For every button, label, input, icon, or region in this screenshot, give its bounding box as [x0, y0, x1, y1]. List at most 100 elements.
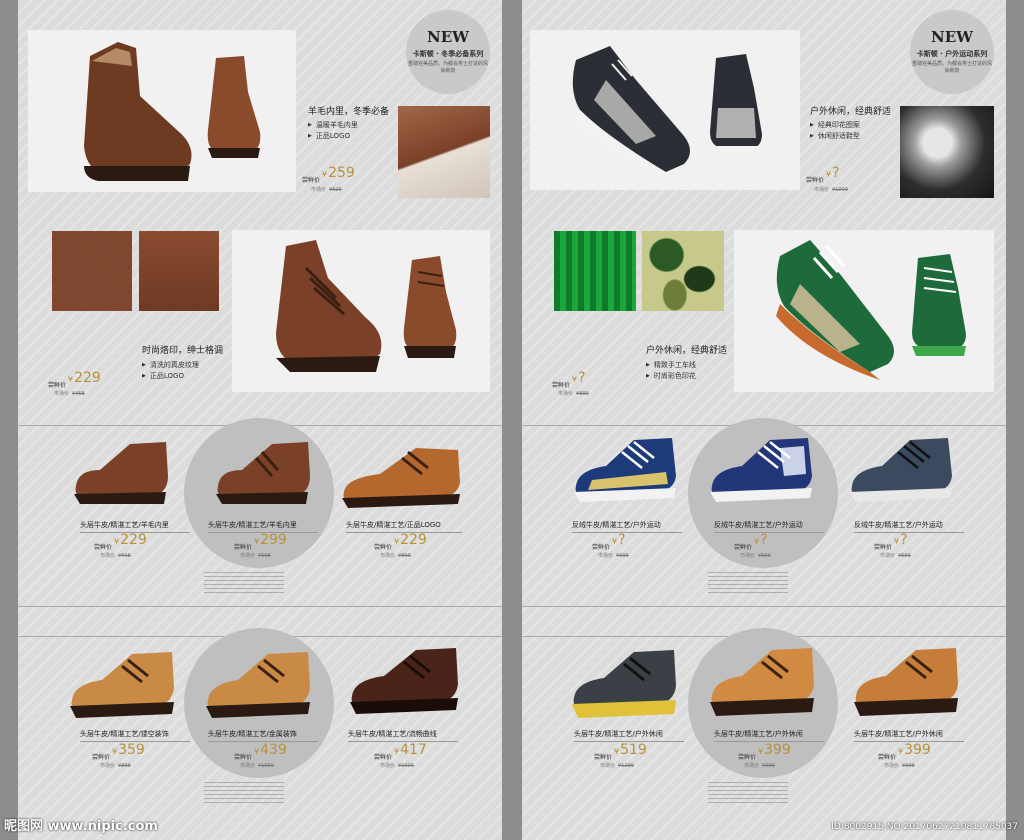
- price-label: 尝鲜价: [234, 754, 253, 761]
- price-label: 尝鲜价: [806, 177, 825, 184]
- market-price: 市场价 ¥1299: [600, 763, 634, 769]
- boot-side-image: [207, 56, 261, 158]
- print-detail-image[interactable]: [900, 106, 994, 198]
- product-name: 反绒牛皮/精湛工艺/户外运动: [572, 521, 661, 529]
- product-image[interactable]: [212, 436, 314, 512]
- hero2-feature: 清洗的真皮纹理: [142, 360, 199, 370]
- price-value: ?: [826, 165, 839, 181]
- series-label: 卡斯顿 · 冬季必备系列: [412, 50, 484, 58]
- price-value: ?: [572, 370, 585, 386]
- price-value: 259: [322, 165, 355, 181]
- market-price: 市场价 ¥458: [54, 391, 85, 397]
- price-label: 尝鲜价: [234, 544, 253, 551]
- series-desc: 重磅完美品质，为都会男士打造的风尚新款: [911, 61, 992, 74]
- hero1-image[interactable]: [530, 30, 800, 190]
- price-label: 尝鲜价: [302, 177, 321, 184]
- sneaker-side-image: [710, 54, 762, 156]
- market-price: 市场价 ¥526: [311, 187, 342, 193]
- logo-detail-image[interactable]: [139, 231, 219, 311]
- new-badge: NEW 卡斯顿 · 户外运动系列 重磅完美品质，为都会男士打造的风尚新款: [910, 10, 994, 94]
- product-image[interactable]: [570, 642, 682, 726]
- price-value: 417: [394, 742, 427, 758]
- product-image[interactable]: [68, 644, 180, 724]
- product-image[interactable]: [848, 432, 960, 516]
- leather-texture-image[interactable]: [52, 231, 132, 311]
- new-label: NEW: [427, 28, 469, 46]
- decorative-text-block: [204, 572, 284, 594]
- market-price: 市场价 ¥899: [380, 553, 411, 559]
- price-label: 尝鲜价: [878, 754, 897, 761]
- series-desc: 重磅完美品质，为都会男士打造的风尚新款: [407, 61, 488, 74]
- price-value: 439: [254, 742, 287, 758]
- page-root: NEW 卡斯顿 · 冬季必备系列 重磅完美品质，为都会男士打造的风尚新款 羊毛内…: [0, 0, 1024, 840]
- price-label: 尝鲜价: [94, 544, 113, 551]
- price-value: ?: [894, 532, 907, 548]
- hero2-title: 时尚烙印，绅士格调: [142, 346, 224, 356]
- product-image[interactable]: [70, 436, 172, 512]
- hero2-image[interactable]: [734, 230, 994, 392]
- name-underline: [854, 532, 964, 533]
- product-image[interactable]: [340, 438, 464, 514]
- hero2-image[interactable]: [232, 230, 490, 392]
- product-name: 反绒牛皮/精湛工艺/户外运动: [714, 521, 803, 529]
- market-price: 市场价 ¥598: [240, 553, 271, 559]
- market-price: 市场价 ¥899: [100, 763, 131, 769]
- price-label: 尝鲜价: [734, 544, 753, 551]
- site-watermark: 昵图网 www.nipic.com: [4, 819, 158, 834]
- right-product-panel: NEW 卡斯顿 · 户外运动系列 重磅完美品质，为都会男士打造的风尚新款 户外休…: [522, 0, 1006, 840]
- price-value: 229: [68, 370, 101, 386]
- camo-texture-image[interactable]: [642, 231, 724, 311]
- hero1-image[interactable]: [28, 30, 296, 192]
- price-label: 尝鲜价: [592, 544, 611, 551]
- boot-image: [84, 42, 192, 181]
- green-texture-image[interactable]: [554, 231, 636, 311]
- hero2-feature: 时尚彩色印花: [646, 371, 696, 381]
- product-name: 反绒牛皮/精湛工艺/户外运动: [854, 521, 943, 529]
- image-id-watermark: ID:8002915 NO:20170627210811785037: [831, 822, 1018, 832]
- price-label: 尝鲜价: [374, 544, 393, 551]
- new-label: NEW: [931, 28, 973, 46]
- price-label: 尝鲜价: [552, 382, 571, 389]
- decorative-text-block: [708, 782, 788, 804]
- product-image[interactable]: [204, 644, 316, 724]
- price-value: 299: [254, 532, 287, 548]
- wool-detail-image[interactable]: [398, 106, 490, 198]
- price-value: 399: [898, 742, 931, 758]
- product-name: 头层牛皮/精湛工艺/羊毛内里: [80, 521, 169, 529]
- hero1-title: 羊毛内里，冬季必备: [308, 107, 390, 117]
- hero2-title: 户外休闲，经典舒适: [646, 346, 728, 356]
- section-divider: [18, 606, 502, 607]
- hero1-feature: 休闲舒适鞋型: [810, 131, 860, 141]
- market-price: 市场价 ¥1099: [814, 187, 848, 193]
- price-label: 尝鲜价: [874, 544, 893, 551]
- market-price: 市场价 ¥599: [598, 553, 629, 559]
- price-value: 359: [112, 742, 145, 758]
- sneaker-image: [572, 46, 690, 180]
- decorative-text-block: [204, 782, 284, 804]
- price-label: 尝鲜价: [594, 754, 613, 761]
- price-value: 229: [114, 532, 147, 548]
- product-image[interactable]: [572, 432, 682, 516]
- product-name: 头层牛皮/精湛工艺/羊毛内里: [208, 521, 297, 529]
- hero1-feature: 正品LOGO: [308, 131, 350, 141]
- price-label: 尝鲜价: [738, 754, 757, 761]
- hero2-feature: 正品LOGO: [142, 371, 184, 381]
- hero1-title: 户外休闲，经典舒适: [810, 107, 892, 117]
- product-image[interactable]: [708, 640, 820, 724]
- name-underline: [714, 532, 824, 533]
- market-price: 市场价 ¥999: [744, 763, 775, 769]
- left-product-panel: NEW 卡斯顿 · 冬季必备系列 重磅完美品质，为都会男士打造的风尚新款 羊毛内…: [18, 0, 502, 840]
- price-label: 尝鲜价: [92, 754, 111, 761]
- camo-sneaker-image: [776, 240, 894, 380]
- section-divider: [522, 606, 1006, 607]
- product-image[interactable]: [852, 640, 964, 724]
- series-label: 卡斯顿 · 户外运动系列: [916, 50, 988, 58]
- lace-boot-image: [276, 240, 382, 372]
- lace-boot-side-image: [403, 256, 457, 358]
- product-image[interactable]: [708, 432, 818, 516]
- hero1-feature: 温暖羊毛内里: [308, 120, 358, 130]
- product-image[interactable]: [348, 640, 464, 720]
- market-price: 市场价 ¥1099: [240, 763, 274, 769]
- market-price: 市场价 ¥1099: [380, 763, 414, 769]
- product-name: 头层牛皮/精湛工艺/金属装饰: [208, 730, 297, 738]
